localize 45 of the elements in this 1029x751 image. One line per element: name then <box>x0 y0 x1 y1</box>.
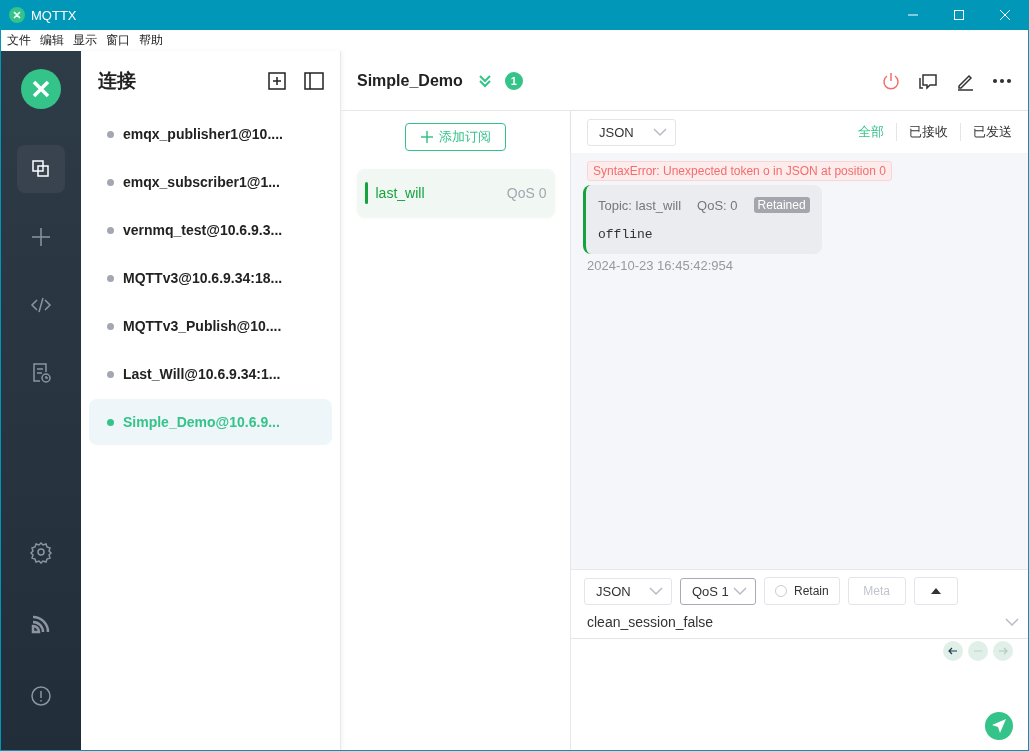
expand-button[interactable] <box>913 577 958 605</box>
plus-icon <box>420 131 433 143</box>
menu-item[interactable]: 文件 <box>7 32 31 49</box>
send-icon <box>992 719 1006 733</box>
panel-title: 连接 <box>98 69 136 93</box>
menu-item[interactable]: 窗口 <box>106 32 130 49</box>
connection-item[interactable]: vernmq_test@10.6.9.3... <box>89 207 332 253</box>
power-icon[interactable] <box>881 70 901 91</box>
menu-item[interactable]: 帮助 <box>139 32 163 49</box>
count-badge: 1 <box>504 71 523 90</box>
app-logo-icon <box>9 7 25 23</box>
subscription-topic: last_will <box>375 185 425 201</box>
app-logo-icon <box>21 69 61 109</box>
connections-nav-button[interactable] <box>17 145 65 193</box>
connection-item[interactable]: emqx_publisher1@10.... <box>89 111 332 157</box>
format-select[interactable]: JSON <box>587 118 676 146</box>
send-button[interactable] <box>985 712 1013 740</box>
info-icon <box>29 684 53 708</box>
menu-item[interactable]: 编辑 <box>40 32 64 49</box>
window-title: MQTTX <box>31 7 77 23</box>
filter-tab[interactable]: 已发送 <box>960 123 1012 141</box>
new-window-icon[interactable] <box>268 72 286 90</box>
connection-item[interactable]: emqx_subscriber1@1... <box>89 159 332 205</box>
message-payload: offline <box>598 227 654 242</box>
topic-input[interactable]: clean_session_false <box>587 613 714 630</box>
error-message: SyntaxError: Unexpected token o in JSON at position 0 <box>587 161 892 181</box>
connection-item[interactable]: MQTTv3_Publish@10.... <box>89 303 332 349</box>
qos-select[interactable]: QoS 1 <box>680 577 756 605</box>
connection-item[interactable]: Last_Will@10.6.9.34:1... <box>89 351 332 397</box>
message-topic: Topic: last_will <box>598 197 682 213</box>
message-qos: QoS: 0 <box>697 197 738 213</box>
plus-icon <box>29 225 53 249</box>
settings-icon <box>29 540 53 564</box>
retain-checkbox[interactable]: Retain <box>764 577 840 605</box>
sidebar-toggle-icon[interactable] <box>304 72 324 90</box>
retained-badge: Retained <box>753 197 810 213</box>
connection-item[interactable]: MQTTv3@10.6.9.34:18... <box>89 255 332 301</box>
connection-title: Simple_Demo <box>357 71 463 90</box>
filter-tab[interactable]: 已接收 <box>896 123 960 141</box>
menu-item[interactable]: 显示 <box>73 32 97 49</box>
subscription-qos: QoS 0 <box>506 185 547 201</box>
message-time: 2024-10-23 16:45:42:954 <box>586 258 733 273</box>
double-chevron-icon[interactable] <box>476 72 493 89</box>
format-select[interactable]: JSON <box>584 577 672 605</box>
triangle-up-icon <box>930 588 941 594</box>
